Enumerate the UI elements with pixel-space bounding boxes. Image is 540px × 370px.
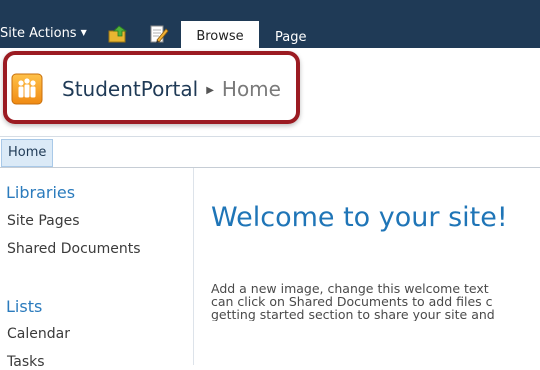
quick-launch: Libraries Site Pages Shared Documents Li… <box>0 168 194 370</box>
tab-page-label: Page <box>275 30 307 45</box>
navigate-up-icon[interactable] <box>107 24 129 44</box>
site-logo-icon[interactable] <box>11 73 43 105</box>
quicklaunch-item-site-pages[interactable]: Site Pages <box>7 213 80 229</box>
top-navigation: Home <box>0 136 540 168</box>
edit-page-icon[interactable] <box>148 24 170 44</box>
site-actions-label: Site Actions <box>0 26 77 41</box>
site-actions-menu[interactable]: Site Actions ▼ <box>0 26 87 41</box>
topnav-item-home[interactable]: Home <box>1 139 54 167</box>
main-content: Welcome to your site! Add a new image, c… <box>194 168 540 365</box>
quicklaunch-heading-lists[interactable]: Lists <box>6 297 42 316</box>
quicklaunch-heading-libraries[interactable]: Libraries <box>6 183 75 202</box>
tab-browse[interactable]: Browse <box>181 21 259 48</box>
page-title: Welcome to your site! <box>211 202 508 233</box>
title-area: StudentPortal ▶ Home <box>0 48 540 136</box>
welcome-body-text: Add a new image, change this welcome tex… <box>211 282 540 321</box>
quicklaunch-item-shared-documents[interactable]: Shared Documents <box>7 241 141 257</box>
breadcrumb-page: Home <box>221 77 281 101</box>
quicklaunch-item-calendar[interactable]: Calendar <box>7 326 70 342</box>
ribbon-bar: Site Actions ▼ Browse Page <box>0 0 540 48</box>
body-line: getting started section to share your si… <box>211 307 495 321</box>
breadcrumb-site-link[interactable]: StudentPortal <box>62 77 198 101</box>
tab-page[interactable]: Page <box>275 30 306 45</box>
quicklaunch-item-tasks[interactable]: Tasks <box>7 354 45 370</box>
tab-browse-label: Browse <box>196 29 244 44</box>
caret-down-icon: ▼ <box>80 28 87 37</box>
topnav-item-home-label: Home <box>8 145 47 160</box>
breadcrumb-arrow-icon: ▶ <box>206 85 214 96</box>
breadcrumb: StudentPortal ▶ Home <box>62 77 281 101</box>
